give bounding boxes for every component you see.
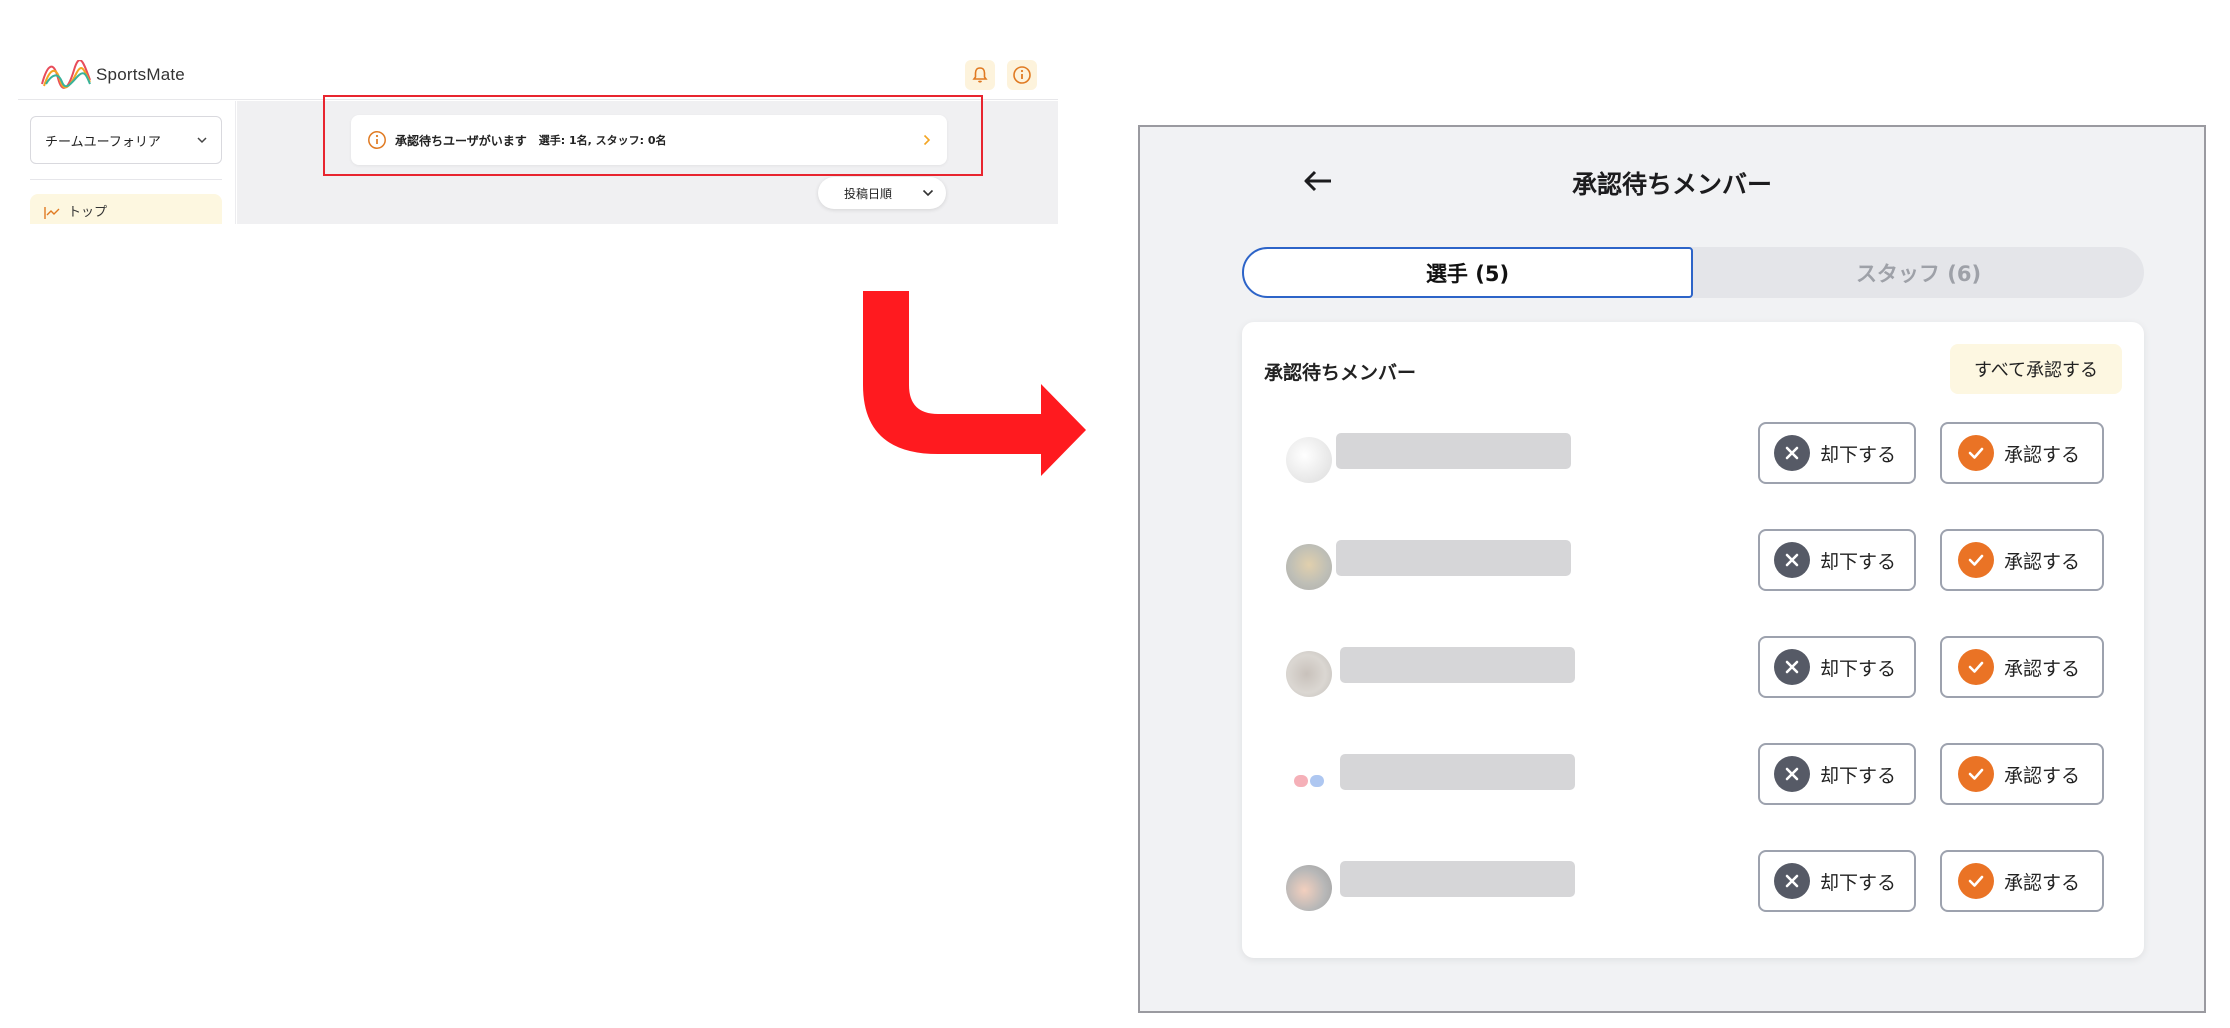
approve-label: 承認する bbox=[2004, 443, 2081, 466]
approve-label: 承認する bbox=[2004, 764, 2081, 787]
approve-button[interactable]: 承認する bbox=[1940, 636, 2104, 698]
pending-members-screen: 承認待ちメンバー 選手 (5) スタッフ (6) 承認待ちメンバー すべて承認す… bbox=[1138, 125, 2206, 1013]
member-row: 却下する 承認する bbox=[1242, 743, 2144, 807]
page-title: 承認待ちメンバー bbox=[1571, 170, 1772, 199]
approve-button[interactable]: 承認する bbox=[1940, 529, 2104, 591]
flow-arrow-icon bbox=[863, 291, 1086, 476]
logo-icon bbox=[41, 60, 91, 89]
approve-label: 承認する bbox=[2004, 550, 2081, 573]
approve-button[interactable]: 承認する bbox=[1940, 850, 2104, 912]
member-name-redacted bbox=[1336, 433, 1571, 469]
team-select-label: チームユーフォリア bbox=[45, 134, 161, 150]
approve-button[interactable]: 承認する bbox=[1940, 422, 2104, 484]
reject-button[interactable]: 却下する bbox=[1758, 850, 1916, 912]
avatar bbox=[1286, 651, 1332, 697]
reject-button[interactable]: 却下する bbox=[1758, 636, 1916, 698]
close-icon bbox=[1774, 435, 1810, 471]
chart-icon bbox=[44, 207, 60, 219]
modal-header: 承認待ちメンバー bbox=[1140, 127, 2204, 237]
chevron-down-icon bbox=[922, 189, 934, 197]
sidebar-item-top[interactable]: トップ bbox=[30, 194, 222, 224]
approve-button[interactable]: 承認する bbox=[1940, 743, 2104, 805]
reject-label: 却下する bbox=[1820, 764, 1897, 787]
logo-text: SportsMate bbox=[96, 65, 185, 84]
member-row: 却下する 承認する bbox=[1242, 850, 2144, 914]
approve-label: 承認する bbox=[2004, 657, 2081, 680]
close-icon bbox=[1774, 756, 1810, 792]
avatar bbox=[1286, 437, 1332, 483]
reject-label: 却下する bbox=[1820, 550, 1897, 573]
reject-label: 却下する bbox=[1820, 443, 1897, 466]
member-name-redacted bbox=[1336, 540, 1571, 576]
tab-players[interactable]: 選手 (5) bbox=[1242, 247, 1693, 298]
info-button[interactable] bbox=[1007, 60, 1037, 90]
team-select[interactable]: チームユーフォリア bbox=[30, 116, 222, 164]
reject-button[interactable]: 却下する bbox=[1758, 422, 1916, 484]
avatar bbox=[1286, 865, 1332, 911]
avatar bbox=[1286, 758, 1332, 804]
close-icon bbox=[1774, 542, 1810, 578]
reject-button[interactable]: 却下する bbox=[1758, 529, 1916, 591]
member-row: 却下する 承認する bbox=[1242, 529, 2144, 593]
check-icon bbox=[1958, 756, 1994, 792]
reject-label: 却下する bbox=[1820, 657, 1897, 680]
close-icon bbox=[1774, 863, 1810, 899]
pending-members-card: 承認待ちメンバー すべて承認する 却下する 承認する 却下する 承認する 却下す… bbox=[1242, 322, 2144, 958]
tab-staff[interactable]: スタッフ (6) bbox=[1693, 247, 2144, 298]
check-icon bbox=[1958, 649, 1994, 685]
app-header: SportsMate bbox=[18, 50, 1058, 100]
chevron-down-icon bbox=[197, 137, 207, 144]
member-name-redacted bbox=[1340, 647, 1575, 683]
notification-button[interactable] bbox=[965, 60, 995, 90]
check-icon bbox=[1958, 435, 1994, 471]
member-name-redacted bbox=[1340, 754, 1575, 790]
close-icon bbox=[1774, 649, 1810, 685]
member-row: 却下する 承認する bbox=[1242, 636, 2144, 700]
sort-select-label: 投稿日順 bbox=[844, 186, 893, 201]
member-tabs: 選手 (5) スタッフ (6) bbox=[1242, 247, 2144, 298]
sidebar-item-label: トップ bbox=[68, 205, 108, 220]
reject-label: 却下する bbox=[1820, 871, 1897, 894]
member-row: 却下する 承認する bbox=[1242, 422, 2144, 486]
bell-icon bbox=[972, 67, 988, 83]
approve-label: 承認する bbox=[2004, 871, 2081, 894]
reject-button[interactable]: 却下する bbox=[1758, 743, 1916, 805]
info-icon bbox=[1013, 66, 1031, 84]
logo[interactable]: SportsMate bbox=[40, 60, 185, 90]
card-title: 承認待ちメンバー bbox=[1264, 362, 1417, 384]
check-icon bbox=[1958, 863, 1994, 899]
sidebar-divider bbox=[30, 179, 222, 180]
member-name-redacted bbox=[1340, 861, 1575, 897]
highlight-box bbox=[323, 95, 983, 176]
check-icon bbox=[1958, 542, 1994, 578]
sort-select[interactable]: 投稿日順 bbox=[818, 177, 946, 209]
avatar bbox=[1286, 544, 1332, 590]
approve-all-button[interactable]: すべて承認する bbox=[1949, 344, 2122, 394]
